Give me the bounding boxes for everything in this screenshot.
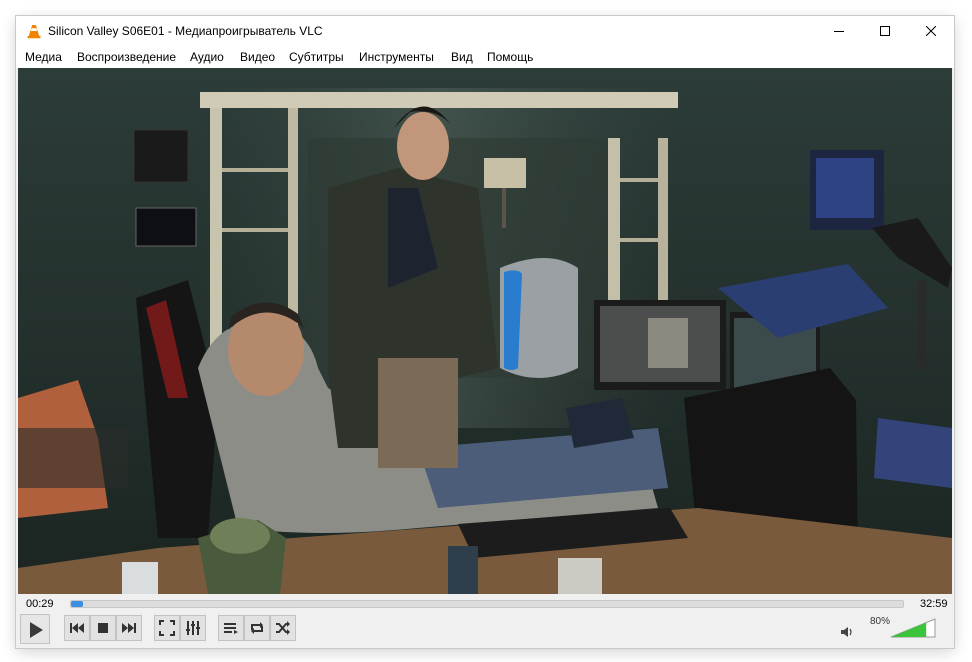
elapsed-time: 00:29 bbox=[26, 598, 54, 610]
menu-tools[interactable]: Инструменты bbox=[359, 50, 434, 64]
window-title: Silicon Valley S06E01 - Медиапроигрывате… bbox=[48, 24, 323, 38]
seek-progress bbox=[71, 601, 84, 607]
menu-video[interactable]: Видео bbox=[240, 50, 275, 64]
title-bar[interactable]: Silicon Valley S06E01 - Медиапроигрывате… bbox=[16, 16, 954, 46]
menu-audio[interactable]: Аудио bbox=[190, 50, 224, 64]
vlc-cone-icon bbox=[27, 25, 41, 39]
previous-button[interactable] bbox=[64, 615, 90, 641]
extended-settings-button[interactable] bbox=[180, 615, 206, 641]
menu-bar: Медиа Воспроизведение Аудио Видео Субтит… bbox=[16, 46, 954, 68]
playlist-icon bbox=[224, 623, 238, 634]
seek-panel: 00:29 32:59 bbox=[16, 594, 954, 614]
maximize-button[interactable] bbox=[862, 16, 908, 46]
seek-bar[interactable] bbox=[70, 600, 904, 608]
play-button[interactable] bbox=[20, 614, 50, 644]
fullscreen-icon bbox=[159, 620, 175, 636]
play-icon bbox=[30, 622, 43, 638]
video-area[interactable] bbox=[18, 68, 952, 594]
previous-icon bbox=[70, 623, 84, 633]
total-time[interactable]: 32:59 bbox=[920, 598, 948, 610]
next-icon bbox=[122, 623, 136, 633]
loop-icon bbox=[251, 622, 263, 634]
speaker-icon[interactable] bbox=[840, 626, 854, 638]
volume-percent: 80% bbox=[870, 616, 891, 627]
shuffle-icon bbox=[276, 621, 290, 635]
menu-media[interactable]: Медиа bbox=[25, 50, 62, 64]
stop-button[interactable] bbox=[90, 615, 116, 641]
playlist-button[interactable] bbox=[218, 615, 244, 641]
extended-settings-icon bbox=[186, 621, 200, 635]
menu-playback[interactable]: Воспроизведение bbox=[77, 50, 176, 64]
menu-view[interactable]: Вид bbox=[451, 50, 473, 64]
volume-slider[interactable] bbox=[890, 618, 936, 638]
menu-subtitles[interactable]: Субтитры bbox=[289, 50, 344, 64]
close-icon bbox=[926, 26, 936, 36]
minimize-icon bbox=[834, 31, 844, 32]
stop-icon bbox=[98, 623, 108, 633]
next-button[interactable] bbox=[116, 615, 142, 641]
menu-help[interactable]: Помощь bbox=[487, 50, 533, 64]
close-button[interactable] bbox=[908, 16, 954, 46]
minimize-button[interactable] bbox=[816, 16, 862, 46]
loop-button[interactable] bbox=[244, 615, 270, 641]
video-frame-image bbox=[18, 68, 952, 594]
shuffle-button[interactable] bbox=[270, 615, 296, 641]
controls-panel: 80% bbox=[16, 614, 954, 648]
fullscreen-button[interactable] bbox=[154, 615, 180, 641]
vlc-window: Silicon Valley S06E01 - Медиапроигрывате… bbox=[16, 16, 954, 648]
maximize-icon bbox=[880, 26, 890, 36]
